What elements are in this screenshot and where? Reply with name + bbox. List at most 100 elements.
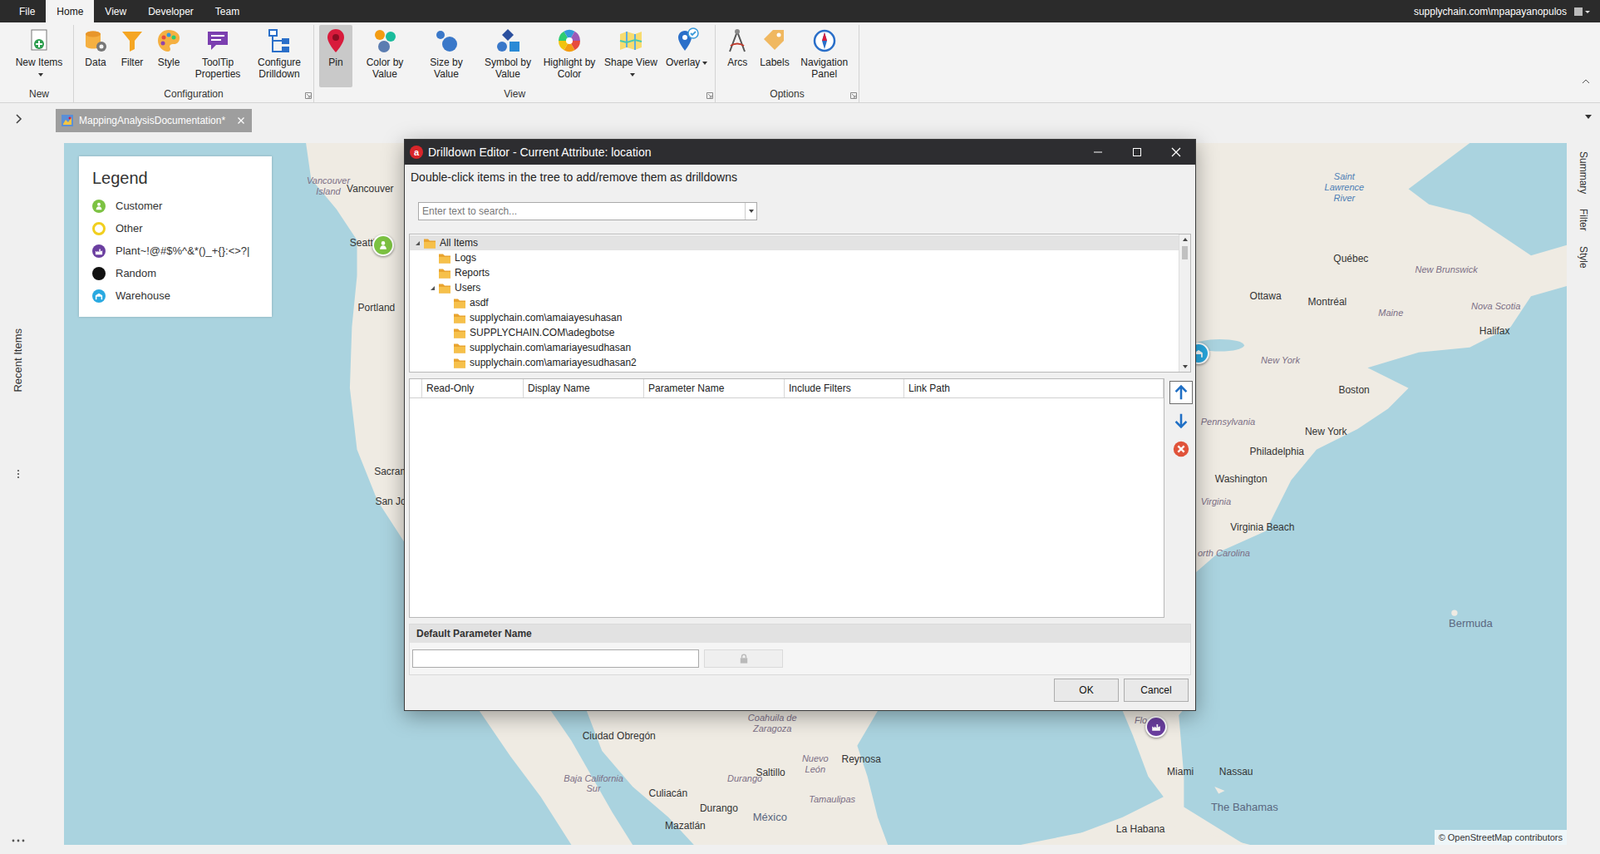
close-icon[interactable]: [236, 116, 246, 125]
ribbon-button[interactable]: Navigation Panel: [795, 24, 854, 88]
map-pin[interactable]: [1145, 715, 1167, 738]
right-panel-tab[interactable]: Summary: [1575, 151, 1591, 194]
ribbon-button[interactable]: Highlight by Color: [540, 24, 599, 88]
expander[interactable]: [411, 241, 424, 246]
ribbon-button-label[interactable]: Configure Drilldown: [257, 56, 301, 80]
ribbon-button[interactable]: Size by Value: [417, 24, 476, 88]
tree-item-label[interactable]: All Items: [439, 235, 478, 251]
tree-scrollbar[interactable]: [1178, 234, 1191, 372]
tree-item[interactable]: supplychain.com\amariayesudhasan2: [409, 354, 1179, 370]
ribbon-button[interactable]: ToolTip Properties: [188, 24, 247, 88]
ribbon-button[interactable]: Pin: [319, 24, 353, 88]
user-name[interactable]: supplychain.com\mpapayanopulos: [1413, 4, 1567, 20]
tree-item-label[interactable]: Reports: [454, 265, 490, 281]
tree-item[interactable]: supplychain.com\amariayesudhasan: [409, 339, 1179, 355]
ribbon-button-label[interactable]: Highlight by Color: [543, 56, 596, 80]
ribbon-button[interactable]: Color by Value: [355, 24, 414, 88]
move-remove-button[interactable]: [1169, 437, 1193, 461]
ribbon-button-label[interactable]: Style: [157, 56, 181, 69]
search-box[interactable]: [418, 201, 758, 221]
scroll-down-icon[interactable]: [1182, 364, 1188, 369]
map-pin[interactable]: [372, 234, 394, 256]
collapse-ribbon-icon[interactable]: [1581, 78, 1591, 84]
expand-chevron-icon[interactable]: [13, 113, 24, 125]
right-panel-tab[interactable]: Style: [1575, 246, 1591, 269]
ribbon-button-label[interactable]: Arcs: [727, 56, 748, 69]
ribbon-button[interactable]: Shape View: [601, 24, 660, 88]
ribbon-button-label[interactable]: Size by Value: [429, 56, 463, 80]
menu-tab[interactable]: File: [8, 0, 46, 23]
expanded-arrow-icon[interactable]: [415, 241, 420, 246]
dropdown-arrow-icon[interactable]: [702, 61, 708, 65]
ribbon-button-label[interactable]: Symbol by Value: [484, 56, 532, 80]
ribbon-button-label[interactable]: Labels: [759, 56, 789, 69]
dialog-button[interactable]: OK: [1053, 678, 1119, 702]
tree-item-label[interactable]: supplychain.com\amaiayesuhasan: [469, 310, 622, 325]
menu-tab[interactable]: Team: [204, 0, 251, 23]
ribbon-button-label[interactable]: Overlay: [665, 56, 700, 69]
dialog-button[interactable]: Cancel: [1123, 678, 1189, 702]
menu-tab[interactable]: View: [93, 0, 138, 23]
ribbon-button-label[interactable]: Data: [84, 56, 106, 69]
column-header[interactable]: Include Filters: [784, 379, 905, 398]
ribbon-button[interactable]: New Items: [9, 24, 69, 88]
column-header[interactable]: Read-Only: [422, 379, 524, 398]
ribbon-button-label[interactable]: Navigation Panel: [800, 56, 848, 80]
tree-item[interactable]: Reports: [409, 265, 1179, 281]
right-panel-tab[interactable]: Filter: [1575, 208, 1591, 232]
ribbon-button[interactable]: Data: [78, 24, 113, 88]
ribbon-button-label[interactable]: New Items: [15, 56, 64, 69]
tab-list-dropdown-icon[interactable]: [1585, 114, 1592, 119]
ribbon-button[interactable]: Filter: [115, 24, 149, 88]
document-tab-label[interactable]: MappingAnalysisDocumentation*: [78, 113, 226, 128]
tree-item[interactable]: Logs: [409, 250, 1179, 266]
move-down-button[interactable]: [1169, 408, 1193, 433]
ribbon-button[interactable]: Symbol by Value: [478, 24, 537, 88]
move-up-button[interactable]: [1169, 380, 1193, 404]
tree-item[interactable]: asdf: [409, 295, 1179, 311]
legend-symbol-icon: [92, 244, 106, 258]
tree-item[interactable]: supplychain.com\amaiayesuhasan: [409, 310, 1179, 325]
expander[interactable]: [426, 285, 439, 291]
tree-item-label[interactable]: Logs: [454, 250, 477, 266]
dropdown-arrow-icon[interactable]: [630, 73, 636, 77]
tree-item-label[interactable]: SUPPLYCHAIN.COM\adegbotse: [469, 324, 616, 340]
column-header[interactable]: Display Name: [523, 379, 645, 398]
tree-item-label[interactable]: asdf: [469, 295, 489, 311]
ribbon-button-label[interactable]: Shape View: [604, 56, 658, 69]
scroll-up-icon[interactable]: [1182, 237, 1188, 242]
column-header[interactable]: Parameter Name: [644, 379, 785, 398]
search-input[interactable]: [418, 202, 745, 220]
user-area[interactable]: supplychain.com\mpapayanopulos: [1413, 0, 1600, 23]
ribbon-button[interactable]: Configure Drilldown: [250, 24, 309, 88]
tree-item-label[interactable]: supplychain.com\amariayesudhasan2: [469, 354, 637, 370]
dropdown-arrow-icon[interactable]: [38, 73, 44, 77]
minimize-button[interactable]: [1078, 139, 1118, 165]
tree-item-label[interactable]: Users: [454, 280, 481, 296]
ribbon-button-label[interactable]: Color by Value: [366, 56, 404, 80]
tree-item[interactable]: All Items: [409, 235, 1179, 251]
default-parameter-input[interactable]: [412, 649, 700, 668]
tree-item[interactable]: SUPPLYCHAIN.COM\adegbotse: [409, 324, 1179, 340]
scroll-thumb[interactable]: [1181, 246, 1188, 260]
menu-tab[interactable]: Home: [45, 0, 94, 23]
expanded-arrow-icon[interactable]: [430, 285, 435, 291]
column-header[interactable]: Link Path: [904, 379, 1164, 398]
close-button[interactable]: [1156, 139, 1196, 165]
ribbon-button[interactable]: Overlay: [663, 24, 710, 88]
ribbon-button[interactable]: Style: [152, 24, 186, 88]
ribbon-button[interactable]: Labels: [757, 24, 792, 88]
ribbon-button-label[interactable]: ToolTip Properties: [195, 56, 242, 80]
search-dropdown-button[interactable]: [744, 202, 757, 220]
ribbon-button-label[interactable]: Filter: [121, 56, 144, 69]
folder-icon: [423, 236, 437, 250]
document-tab[interactable]: MappingAnalysisDocumentation*: [55, 108, 252, 133]
tree-item[interactable]: Users: [409, 280, 1179, 296]
menu-tab[interactable]: Developer: [137, 0, 205, 23]
tree-item-label[interactable]: supplychain.com\amariayesudhasan: [469, 339, 631, 355]
recent-items-tab[interactable]: Recent Items: [9, 328, 27, 393]
maximize-button[interactable]: [1117, 139, 1157, 165]
more-horizontal-icon[interactable]: [10, 838, 26, 842]
ribbon-button-label[interactable]: Pin: [328, 56, 343, 69]
ribbon-button[interactable]: Arcs: [720, 24, 754, 88]
